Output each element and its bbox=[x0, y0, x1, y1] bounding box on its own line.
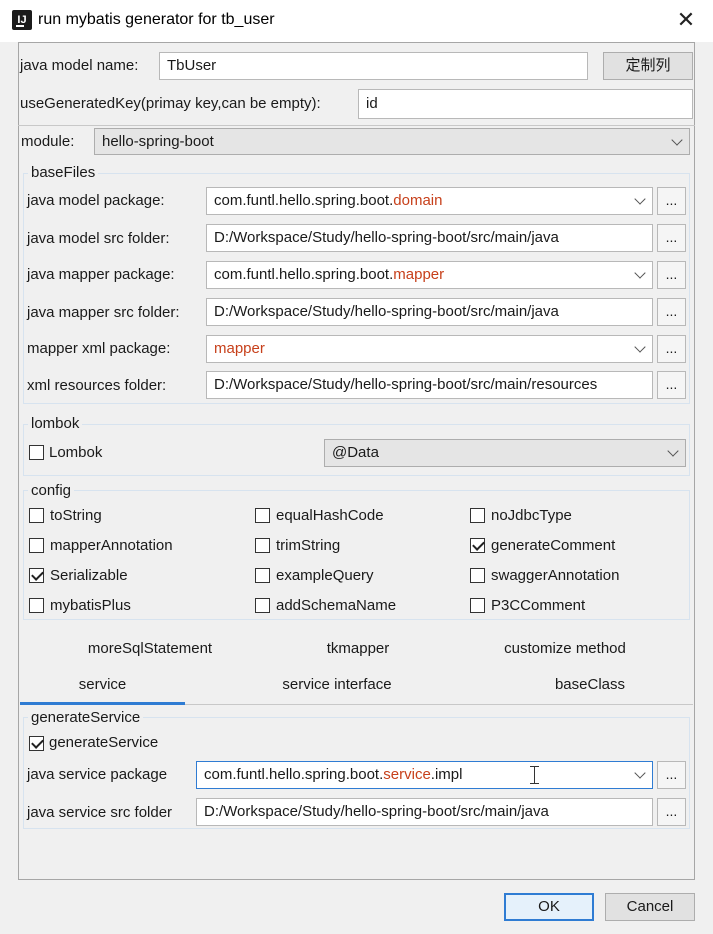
config-checkbox-tostring[interactable] bbox=[29, 508, 44, 523]
config-label-swaggerannotation: swaggerAnnotation bbox=[491, 567, 620, 584]
config-label-examplequery: exampleQuery bbox=[276, 567, 374, 584]
browse-service-package-button[interactable]: ... bbox=[657, 761, 686, 789]
model-src-input[interactable]: D:/Workspace/Study/hello-spring-boot/src… bbox=[206, 224, 653, 252]
config-checkbox-mybatisplus[interactable] bbox=[29, 598, 44, 613]
service-src-label: java service src folder bbox=[27, 804, 173, 821]
chevron-down-icon bbox=[634, 267, 646, 279]
browse-xml-folder-button[interactable]: ... bbox=[657, 371, 686, 399]
config-checkbox-examplequery[interactable] bbox=[255, 568, 270, 583]
tab-customize-method[interactable]: customize method bbox=[475, 640, 655, 657]
tab-divider bbox=[185, 704, 693, 705]
lombok-checkbox-label: Lombok bbox=[49, 444, 103, 461]
browse-service-src-button[interactable]: ... bbox=[657, 798, 686, 826]
service-package-input[interactable]: com.funtl.hello.spring.boot.service.impl bbox=[196, 761, 653, 789]
generate-service-title: generateService bbox=[28, 709, 144, 726]
config-checkbox-equalhashcode[interactable] bbox=[255, 508, 270, 523]
basefiles-title: baseFiles bbox=[28, 164, 99, 181]
tab-baseclass[interactable]: baseClass bbox=[500, 676, 680, 693]
lombok-title: lombok bbox=[28, 415, 83, 432]
chevron-down-icon bbox=[634, 767, 646, 779]
cancel-button[interactable]: Cancel bbox=[605, 893, 695, 921]
chevron-down-icon bbox=[671, 134, 683, 146]
mapper-package-prefix: com.funtl.hello.spring.boot. bbox=[214, 266, 394, 283]
module-value: hello-spring-boot bbox=[102, 133, 214, 150]
service-package-prefix: com.funtl.hello.spring.boot. bbox=[204, 766, 384, 783]
config-checkbox-addschemaname[interactable] bbox=[255, 598, 270, 613]
browse-mapper-package-button[interactable]: ... bbox=[657, 261, 686, 289]
config-label-mapperannotation: mapperAnnotation bbox=[50, 537, 173, 554]
customize-columns-button[interactable]: 定制列 bbox=[603, 52, 693, 80]
model-package-input[interactable]: com.funtl.hello.spring.boot.domain bbox=[206, 187, 653, 215]
module-select[interactable]: hello-spring-boot bbox=[94, 128, 690, 155]
module-label: module: bbox=[21, 133, 75, 150]
intellij-icon: IJ bbox=[12, 10, 32, 30]
divider bbox=[18, 125, 695, 126]
config-checkbox-generatecomment[interactable] bbox=[470, 538, 485, 553]
config-checkbox-serializable[interactable] bbox=[29, 568, 44, 583]
text-cursor-icon bbox=[530, 766, 539, 784]
config-title: config bbox=[28, 482, 75, 499]
config-label-mybatisplus: mybatisPlus bbox=[50, 597, 131, 614]
model-src-label: java model src folder: bbox=[27, 230, 170, 247]
config-label-tostring: toString bbox=[50, 507, 102, 524]
ok-button[interactable]: OK bbox=[504, 893, 594, 921]
browse-model-src-button[interactable]: ... bbox=[657, 224, 686, 252]
mapper-src-label: java mapper src folder: bbox=[27, 304, 180, 321]
config-label-trimstring: trimString bbox=[276, 537, 341, 554]
config-checkbox-trimstring[interactable] bbox=[255, 538, 270, 553]
config-checkbox-nojdbctype[interactable] bbox=[470, 508, 485, 523]
chevron-down-icon bbox=[634, 193, 646, 205]
lombok-select[interactable]: @Data bbox=[324, 439, 686, 467]
config-checkbox-mapperannotation[interactable] bbox=[29, 538, 44, 553]
xml-package-highlight: mapper bbox=[214, 340, 265, 357]
mapper-package-input[interactable]: com.funtl.hello.spring.boot.mapper bbox=[206, 261, 653, 289]
model-package-prefix: com.funtl.hello.spring.boot. bbox=[214, 192, 394, 209]
xml-folder-label: xml resources folder: bbox=[27, 377, 167, 394]
config-checkbox-swaggerannotation[interactable] bbox=[470, 568, 485, 583]
window-title: run mybatis generator for tb_user bbox=[38, 11, 275, 28]
config-label-equalhashcode: equalHashCode bbox=[276, 507, 384, 524]
lombok-checkbox[interactable] bbox=[29, 445, 44, 460]
config-label-generatecomment: generateComment bbox=[491, 537, 616, 554]
close-icon[interactable]: ✕ bbox=[673, 7, 699, 33]
service-package-highlight: service bbox=[383, 766, 431, 783]
mapper-package-highlight: mapper bbox=[393, 266, 445, 283]
config-label-serializable: Serializable bbox=[50, 567, 128, 584]
tab-service[interactable]: service bbox=[20, 676, 185, 693]
browse-model-package-button[interactable]: ... bbox=[657, 187, 686, 215]
config-label-addschemaname: addSchemaName bbox=[276, 597, 397, 614]
generated-key-input[interactable]: id bbox=[358, 89, 693, 119]
lombok-select-value: @Data bbox=[332, 444, 379, 461]
title-bar: IJ run mybatis generator for tb_user ✕ bbox=[0, 0, 713, 42]
browse-xml-package-button[interactable]: ... bbox=[657, 335, 686, 363]
xml-folder-input[interactable]: D:/Workspace/Study/hello-spring-boot/src… bbox=[206, 371, 653, 399]
model-package-label: java model package: bbox=[27, 192, 165, 209]
service-package-label: java service package bbox=[27, 766, 168, 783]
tab-service-interface[interactable]: service interface bbox=[247, 676, 427, 693]
generate-service-checkbox-label: generateService bbox=[49, 734, 159, 751]
model-name-input[interactable]: TbUser bbox=[159, 52, 588, 80]
service-src-input[interactable]: D:/Workspace/Study/hello-spring-boot/src… bbox=[196, 798, 653, 826]
mapper-package-label: java mapper package: bbox=[27, 266, 175, 283]
generated-key-label: useGeneratedKey(primay key,can be empty)… bbox=[20, 95, 321, 112]
browse-mapper-src-button[interactable]: ... bbox=[657, 298, 686, 326]
config-label-nojdbctype: noJdbcType bbox=[491, 507, 572, 524]
tab-moresqlstatement[interactable]: moreSqlStatement bbox=[60, 640, 240, 657]
model-package-highlight: domain bbox=[393, 192, 443, 209]
config-label-p3ccomment: P3CComment bbox=[491, 597, 586, 614]
model-name-label: java model name: bbox=[20, 57, 139, 74]
xml-package-label: mapper xml package: bbox=[27, 340, 171, 357]
tab-tkmapper[interactable]: tkmapper bbox=[268, 640, 448, 657]
mapper-src-input[interactable]: D:/Workspace/Study/hello-spring-boot/src… bbox=[206, 298, 653, 326]
xml-package-input[interactable]: mapper bbox=[206, 335, 653, 363]
chevron-down-icon bbox=[634, 341, 646, 353]
service-package-suffix: .impl bbox=[430, 766, 463, 783]
generate-service-checkbox[interactable] bbox=[29, 736, 44, 751]
chevron-down-icon bbox=[667, 445, 679, 457]
active-tab-indicator bbox=[20, 702, 185, 705]
config-checkbox-p3ccomment[interactable] bbox=[470, 598, 485, 613]
